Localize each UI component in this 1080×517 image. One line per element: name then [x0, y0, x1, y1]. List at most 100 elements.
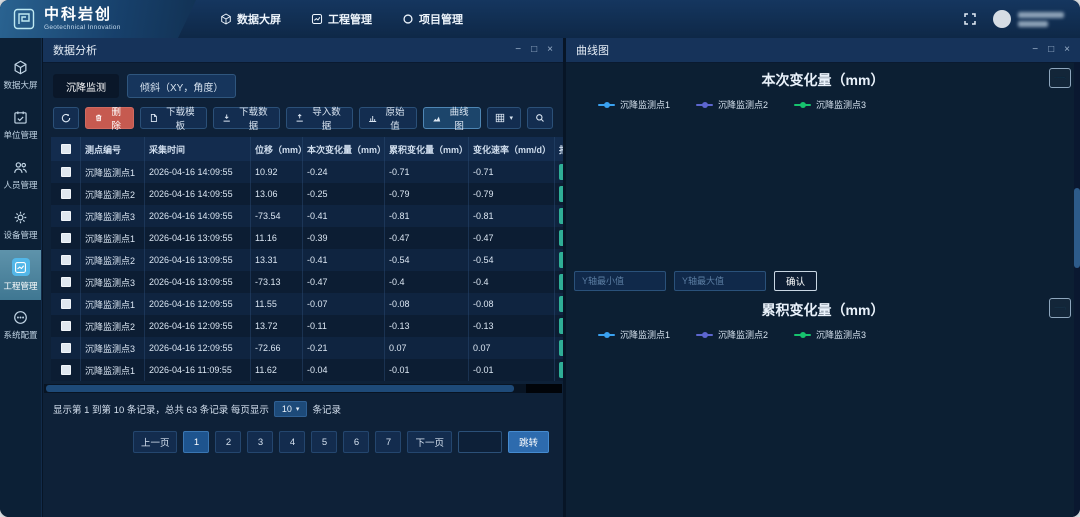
- page-button-2[interactable]: 2: [215, 431, 241, 453]
- cell: -0.21: [303, 337, 385, 359]
- raw-value-button[interactable]: 原始值: [359, 107, 417, 129]
- cell: 11.62: [251, 359, 303, 381]
- legend-item[interactable]: 沉降监测点2: [696, 328, 768, 341]
- page-button-5[interactable]: 5: [311, 431, 337, 453]
- refresh-button[interactable]: [53, 107, 79, 129]
- table-row[interactable]: 沉降监测点12026-04-16 12:09:5511.55-0.07-0.08…: [51, 293, 563, 315]
- sidebar-item-3[interactable]: 人员管理: [0, 150, 41, 200]
- row-checkbox[interactable]: [61, 343, 71, 353]
- file-icon: [149, 113, 158, 123]
- prev-page-button[interactable]: 上一页: [133, 431, 178, 453]
- legend-item[interactable]: 沉降监测点1: [598, 98, 670, 111]
- jump-page-input[interactable]: [458, 431, 502, 453]
- x-tick-label: 04-15: [1055, 79, 1056, 80]
- delete-button[interactable]: 删除: [85, 107, 134, 129]
- table-row[interactable]: 沉降监测点12026-04-16 14:09:5510.92-0.24-0.71…: [51, 161, 563, 183]
- download-template-button[interactable]: 下载模板: [140, 107, 207, 129]
- table-row[interactable]: 沉降监测点22026-04-16 13:09:5513.31-0.41-0.54…: [51, 249, 563, 271]
- row-select-cell: [51, 249, 81, 271]
- sidebar-item-5[interactable]: 工程管理: [0, 250, 41, 300]
- y-tick-label: 0.5: [1054, 75, 1055, 76]
- cell: -0.47: [469, 227, 555, 249]
- nav-item-3[interactable]: 项目管理: [402, 11, 463, 27]
- row-checkbox[interactable]: [61, 189, 71, 199]
- table-row[interactable]: 沉降监测点32026-04-16 12:09:55-72.66-0.210.07…: [51, 337, 563, 359]
- alarm-cell: 正常: [555, 161, 563, 183]
- close-icon[interactable]: ×: [1064, 45, 1070, 55]
- row-checkbox[interactable]: [61, 365, 71, 375]
- close-icon[interactable]: ×: [547, 45, 553, 55]
- fullscreen-icon[interactable]: [963, 12, 977, 26]
- confirm-button[interactable]: 确认: [774, 271, 817, 291]
- row-checkbox[interactable]: [61, 299, 71, 309]
- alarm-cell: 正常: [555, 315, 563, 337]
- avatar[interactable]: [993, 10, 1011, 28]
- row-checkbox[interactable]: [61, 277, 71, 287]
- curve-chart-button[interactable]: 曲线图: [423, 107, 481, 129]
- page-button-1[interactable]: 1: [183, 431, 209, 453]
- row-select-cell: [51, 205, 81, 227]
- row-checkbox[interactable]: [61, 321, 71, 331]
- table-row[interactable]: 沉降监测点12026-04-16 11:09:5511.62-0.04-0.01…: [51, 359, 563, 381]
- chart-toolbox-button[interactable]: 0.50.250-0.25-0.5-0.7504-1504-1604-1604-…: [1049, 68, 1071, 88]
- table-row[interactable]: 沉降监测点32026-04-16 13:09:55-73.13-0.47-0.4…: [51, 271, 563, 293]
- tab-2[interactable]: 倾斜（XY，角度）: [127, 74, 236, 98]
- table-row[interactable]: 沉降监测点12026-04-16 13:09:5511.16-0.39-0.47…: [51, 227, 563, 249]
- tab-1[interactable]: 沉降监测: [53, 74, 119, 98]
- cell: 2026-04-16 14:09:55: [145, 183, 251, 205]
- columns-dropdown-button[interactable]: ▾: [487, 107, 521, 129]
- alarm-cell: 正常: [555, 227, 563, 249]
- page-button-7[interactable]: 7: [375, 431, 401, 453]
- cell: -0.4: [385, 271, 469, 293]
- page-button-4[interactable]: 4: [279, 431, 305, 453]
- import-data-button[interactable]: 导入数据: [286, 107, 353, 129]
- select-all-checkbox[interactable]: [61, 144, 71, 154]
- nav-item-2[interactable]: 工程管理: [311, 11, 372, 27]
- sidebar-item-4[interactable]: 设备管理: [0, 200, 41, 250]
- chart-toolbox-button[interactable]: 0.50-0.5-1: [1049, 298, 1071, 318]
- column-header: 测点编号: [81, 137, 145, 161]
- monitor-tabs: 沉降监测倾斜（XY，角度）: [43, 63, 563, 105]
- jump-button[interactable]: 跳转: [508, 431, 549, 453]
- maximize-icon[interactable]: □: [1048, 45, 1054, 55]
- legend-item[interactable]: 沉降监测点3: [794, 328, 866, 341]
- status-badge: 正常: [559, 230, 563, 246]
- download-data-button[interactable]: 下载数据: [213, 107, 280, 129]
- maximize-icon[interactable]: □: [531, 45, 537, 55]
- legend-item[interactable]: 沉降监测点1: [598, 328, 670, 341]
- search-button[interactable]: [527, 107, 553, 129]
- sidebar-item-2[interactable]: 单位管理: [0, 100, 41, 150]
- trash-icon: [94, 113, 103, 123]
- sidebar-item-1[interactable]: 数据大屏: [0, 50, 41, 100]
- download-icon: [222, 113, 231, 123]
- page-button-3[interactable]: 3: [247, 431, 273, 453]
- sidebar-item-6[interactable]: 系统配置: [0, 300, 41, 350]
- vertical-scrollbar[interactable]: [1074, 62, 1080, 517]
- status-badge: 正常: [559, 164, 563, 180]
- cell: -0.13: [469, 315, 555, 337]
- cell: -0.07: [303, 293, 385, 315]
- row-checkbox[interactable]: [61, 255, 71, 265]
- row-checkbox[interactable]: [61, 233, 71, 243]
- cell: -0.01: [469, 359, 555, 381]
- page-button-6[interactable]: 6: [343, 431, 369, 453]
- y-tick-label: 0.5: [1054, 305, 1055, 306]
- table-row[interactable]: 沉降监测点22026-04-16 12:09:5513.72-0.11-0.13…: [51, 315, 563, 337]
- table-row[interactable]: 沉降监测点22026-04-16 14:09:5513.06-0.25-0.79…: [51, 183, 563, 205]
- page-size-select[interactable]: 10 ▾: [274, 401, 308, 417]
- row-checkbox[interactable]: [61, 167, 71, 177]
- user-box[interactable]: [993, 10, 1064, 28]
- y-max-input[interactable]: [674, 271, 766, 291]
- nav-item-1[interactable]: 数据大屏: [220, 11, 281, 27]
- next-page-button[interactable]: 下一页: [407, 431, 452, 453]
- vscroll-thumb[interactable]: [1074, 188, 1080, 268]
- hscroll-thumb[interactable]: [46, 385, 514, 392]
- minimize-icon[interactable]: −: [515, 45, 521, 55]
- legend-item[interactable]: 沉降监测点3: [794, 98, 866, 111]
- legend-item[interactable]: 沉降监测点2: [696, 98, 768, 111]
- table-row[interactable]: 沉降监测点32026-04-16 14:09:55-73.54-0.41-0.8…: [51, 205, 563, 227]
- minimize-icon[interactable]: −: [1032, 45, 1038, 55]
- horizontal-scrollbar[interactable]: [44, 384, 562, 393]
- y-min-input[interactable]: [574, 271, 666, 291]
- row-checkbox[interactable]: [61, 211, 71, 221]
